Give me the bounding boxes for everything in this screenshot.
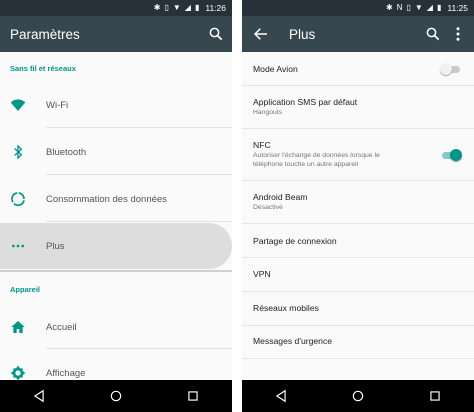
- home-nav-button[interactable]: [108, 388, 124, 404]
- item-subtitle: Hangouts: [253, 109, 283, 116]
- divider: [46, 127, 232, 128]
- settings-item-more[interactable]: Plus: [0, 223, 232, 269]
- recents-square-icon: [430, 391, 440, 401]
- wifi-status-icon: ▼: [172, 3, 181, 12]
- status-bar: ✱ ▯ ▼ ◢ ▮ 11:26: [0, 0, 232, 16]
- android-beam-item[interactable]: Android Beam Désactivé: [253, 181, 474, 223]
- settings-item-label: Consommation des données: [46, 194, 167, 205]
- signal-icon: ◢: [184, 3, 191, 12]
- recents-nav-button[interactable]: [185, 388, 201, 404]
- tethering-item[interactable]: Partage de connexion: [253, 224, 474, 257]
- section-header-device: Appareil: [10, 285, 41, 294]
- settings-item-label: Bluetooth: [46, 147, 87, 158]
- battery-icon: ▮: [436, 3, 442, 12]
- back-triangle-icon: [275, 389, 286, 403]
- recents-square-icon: [188, 391, 198, 401]
- settings-item-label: Wi-Fi: [46, 100, 69, 111]
- overflow-menu-icon[interactable]: [449, 25, 467, 43]
- divider: [46, 348, 232, 349]
- mobile-networks-item[interactable]: Réseaux mobiles: [253, 292, 474, 325]
- bluetooth-status-icon: ✱: [385, 3, 393, 12]
- home-nav-button[interactable]: [350, 388, 366, 404]
- home-icon: [11, 321, 25, 333]
- settings-item-wifi[interactable]: Wi-Fi: [0, 82, 232, 128]
- airplane-mode-toggle[interactable]: [440, 63, 462, 75]
- settings-item-label: Accueil: [46, 322, 77, 333]
- search-icon[interactable]: [424, 25, 442, 43]
- item-title: Partage de connexion: [253, 236, 337, 246]
- vibrate-icon: ▯: [406, 3, 411, 12]
- battery-icon: ▮: [194, 3, 200, 12]
- status-time: 11:25: [447, 3, 468, 13]
- item-title: NFC: [253, 140, 271, 150]
- page-title: Plus: [289, 26, 316, 42]
- search-icon[interactable]: [207, 25, 225, 43]
- signal-icon: ◢: [426, 3, 433, 12]
- settings-item-bluetooth[interactable]: Bluetooth: [0, 129, 232, 175]
- divider: [242, 358, 474, 359]
- item-title: VPN: [253, 269, 271, 279]
- more-settings-list: Mode Avion Application SMS par défaut Ha…: [242, 52, 474, 380]
- back-nav-button[interactable]: [31, 388, 47, 404]
- bluetooth-icon: [14, 144, 23, 160]
- settings-item-home[interactable]: Accueil: [0, 303, 232, 349]
- divider: [0, 270, 232, 272]
- brightness-icon: [10, 365, 26, 381]
- item-subtitle: Autoriser l'échange de données lorsque l…: [253, 152, 380, 168]
- status-time: 11:26: [205, 3, 226, 13]
- page-title: Paramètres: [10, 26, 80, 42]
- status-bar: ✱ N ▯ ▼ ◢ ▮ 11:25: [242, 0, 474, 16]
- settings-screen: ✱ ▯ ▼ ◢ ▮ 11:26 Paramètres Sans fil et r…: [0, 0, 232, 412]
- default-sms-app-item[interactable]: Application SMS par défaut Hangouts: [253, 86, 474, 128]
- item-title: Messages d'urgence: [253, 336, 333, 346]
- navigation-bar: [242, 380, 474, 412]
- airplane-mode-item[interactable]: Mode Avion: [253, 52, 474, 85]
- settings-list: Sans fil et réseaux Wi-Fi Bluetooth Cons…: [0, 52, 232, 381]
- back-triangle-icon: [33, 389, 44, 403]
- home-circle-icon: [352, 390, 364, 402]
- bluetooth-status-icon: ✱: [153, 3, 161, 12]
- divider: [46, 221, 232, 222]
- home-circle-icon: [110, 390, 122, 402]
- app-bar: Plus: [242, 16, 474, 52]
- item-title: Mode Avion: [253, 64, 298, 74]
- wifi-status-icon: ▼: [414, 3, 423, 12]
- settings-item-data-usage[interactable]: Consommation des données: [0, 176, 232, 222]
- recents-nav-button[interactable]: [427, 388, 443, 404]
- emergency-broadcasts-item[interactable]: Messages d'urgence: [253, 326, 474, 359]
- item-title: Android Beam: [253, 192, 308, 202]
- app-bar: Paramètres: [0, 16, 232, 52]
- back-nav-button[interactable]: [273, 388, 289, 404]
- settings-item-label: Plus: [46, 241, 65, 252]
- navigation-bar: [0, 380, 232, 412]
- more-dots-icon: [12, 244, 24, 248]
- more-screen: ✱ N ▯ ▼ ◢ ▮ 11:25 Plus Mode Avion Applic…: [242, 0, 474, 412]
- vibrate-icon: ▯: [164, 3, 169, 12]
- item-subtitle: Désactivé: [253, 204, 283, 211]
- wifi-icon: [10, 99, 26, 111]
- section-header-wireless: Sans fil et réseaux: [10, 64, 76, 73]
- settings-item-label: Affichage: [46, 368, 86, 379]
- vpn-item[interactable]: VPN: [253, 258, 474, 291]
- divider: [46, 174, 232, 175]
- back-arrow-icon[interactable]: [252, 25, 270, 43]
- item-title: Application SMS par défaut: [253, 97, 358, 107]
- item-title: Réseaux mobiles: [253, 303, 319, 313]
- nfc-toggle[interactable]: [440, 149, 462, 161]
- nfc-status-icon: N: [396, 3, 403, 12]
- data-usage-icon: [11, 192, 25, 207]
- nfc-item[interactable]: NFC Autoriser l'échange de données lorsq…: [253, 129, 474, 180]
- settings-item-display[interactable]: Affichage: [0, 350, 232, 381]
